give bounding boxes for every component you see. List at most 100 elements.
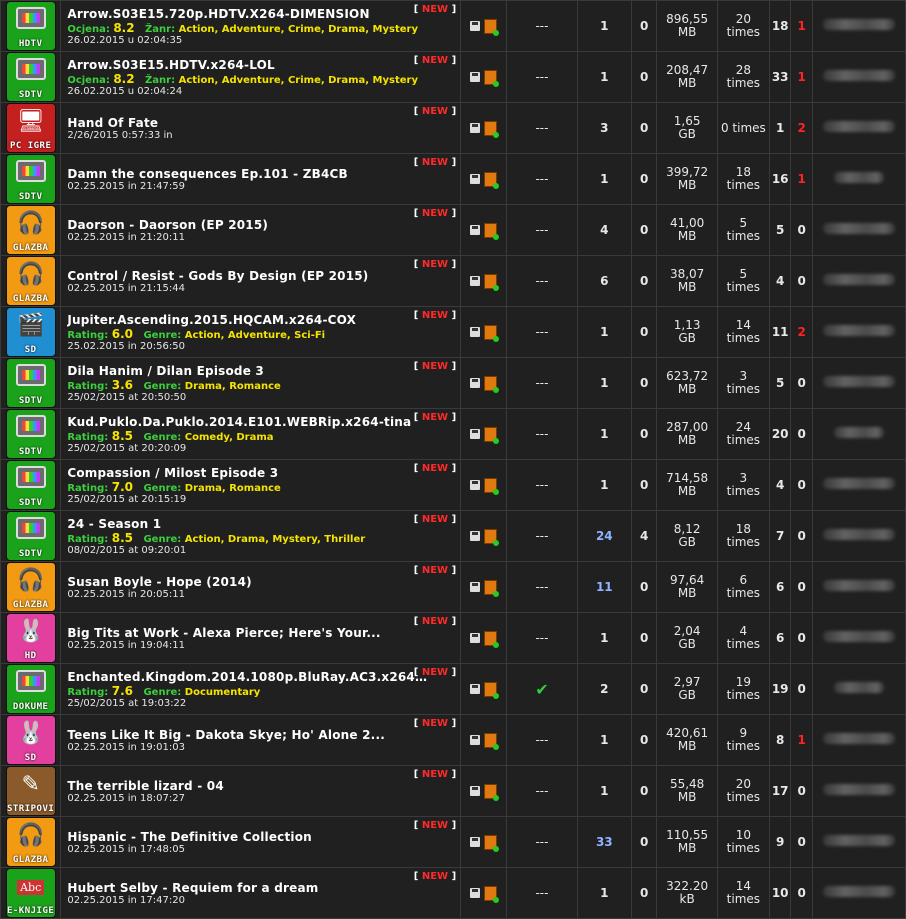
download-icon[interactable] [484,171,500,189]
uploader-name-blurred[interactable] [822,376,895,387]
category-link[interactable]: 🎬 SD [5,307,56,357]
leechers-count[interactable]: 1 [790,51,813,103]
leechers-count[interactable]: 0 [790,612,813,664]
category-link[interactable]: 🖥 PC IGRE [5,103,56,153]
category-link[interactable]: 🐰 SD [5,715,56,765]
leechers-count[interactable]: 2 [790,102,813,154]
torrent-title-link[interactable]: Hispanic - The Definitive Collection [67,830,429,844]
download-icon[interactable] [484,222,500,240]
leechers-count[interactable]: 0 [790,663,813,715]
uploader-name-blurred[interactable] [822,121,895,132]
category-link[interactable]: 🎧 GLAZBA [5,205,56,255]
torrent-title-link[interactable]: Jupiter.Ascending.2015.HQCAM.x264-COX [67,313,429,327]
uploader-name-blurred[interactable] [822,631,895,642]
leechers-count[interactable]: 0 [790,204,813,256]
uploader-name-blurred[interactable] [822,886,895,897]
category-link[interactable]: SDTV [5,460,56,510]
category-link[interactable]: 🎧 GLAZBA [5,817,56,867]
torrent-title-link[interactable]: Teens Like It Big - Dakota Skye; Ho' Alo… [67,728,429,742]
torrent-title-link[interactable]: 24 - Season 1 [67,517,429,531]
torrent-title-link[interactable]: Kud.Puklo.Da.Puklo.2014.E101.WEBRip.x264… [67,415,429,429]
leechers-count[interactable]: 1 [790,0,813,52]
files-count[interactable]: 24 [576,510,632,562]
leechers-count[interactable]: 0 [790,408,813,460]
save-disk-icon[interactable] [470,72,481,82]
save-disk-icon[interactable] [470,684,481,694]
save-disk-icon[interactable] [470,21,481,31]
leechers-count[interactable]: 0 [790,459,813,511]
seeders-count[interactable]: 4 [768,255,792,307]
download-icon[interactable] [484,834,500,852]
seeders-count[interactable]: 1 [768,102,792,154]
torrent-title-link[interactable]: Control / Resist - Gods By Design (EP 20… [67,269,429,283]
seeders-count[interactable]: 11 [768,306,792,358]
download-icon[interactable] [484,885,500,903]
uploader-name-blurred[interactable] [833,682,884,693]
seeders-count[interactable]: 17 [768,765,792,817]
torrent-title-link[interactable]: Enchanted.Kingdom.2014.1080p.BluRay.AC3.… [67,670,429,684]
category-link[interactable]: 🎧 GLAZBA [5,562,56,612]
leechers-count[interactable]: 0 [790,561,813,613]
torrent-title-link[interactable]: Damn the consequences Ep.101 - ZB4CB [67,167,429,181]
category-link[interactable]: 🎧 GLAZBA [5,256,56,306]
download-icon[interactable] [484,120,500,138]
save-disk-icon[interactable] [470,786,481,796]
seeders-count[interactable]: 5 [768,357,792,409]
uploader-name-blurred[interactable] [822,70,895,81]
save-disk-icon[interactable] [470,123,481,133]
seeders-count[interactable]: 16 [768,153,792,205]
torrent-title-link[interactable]: Hand Of Fate [67,116,429,130]
category-link[interactable]: DOKUME [5,664,56,714]
download-icon[interactable] [484,324,500,342]
save-disk-icon[interactable] [470,531,481,541]
uploader-name-blurred[interactable] [833,427,884,438]
save-disk-icon[interactable] [470,837,481,847]
leechers-count[interactable]: 0 [790,510,813,562]
category-link[interactable]: 🐰 HD [5,613,56,663]
uploader-name-blurred[interactable] [822,784,895,795]
torrent-title-link[interactable]: Hubert Selby - Requiem for a dream [67,881,429,895]
leechers-count[interactable]: 0 [790,867,813,919]
uploader-name-blurred[interactable] [822,733,895,744]
seeders-count[interactable]: 4 [768,459,792,511]
save-disk-icon[interactable] [470,276,481,286]
save-disk-icon[interactable] [470,378,481,388]
download-icon[interactable] [484,630,500,648]
leechers-count[interactable]: 1 [790,153,813,205]
category-link[interactable]: SDTV [5,511,56,561]
seeders-count[interactable]: 9 [768,816,792,868]
download-icon[interactable] [484,69,500,87]
seeders-count[interactable]: 19 [768,663,792,715]
category-link[interactable]: ✎ STRIPOVI [5,766,56,816]
category-link[interactable]: Abc E-KNJIGE [5,868,56,918]
uploader-name-blurred[interactable] [822,223,895,234]
uploader-name-blurred[interactable] [822,325,895,336]
leechers-count[interactable]: 1 [790,714,813,766]
seeders-count[interactable]: 33 [768,51,792,103]
torrent-title-link[interactable]: The terrible lizard - 04 [67,779,429,793]
leechers-count[interactable]: 0 [790,816,813,868]
download-icon[interactable] [484,681,500,699]
category-link[interactable]: SDTV [5,358,56,408]
save-disk-icon[interactable] [470,888,481,898]
category-link[interactable]: SDTV [5,52,56,102]
download-icon[interactable] [484,528,500,546]
download-icon[interactable] [484,732,500,750]
seeders-count[interactable]: 6 [768,561,792,613]
download-icon[interactable] [484,426,500,444]
leechers-count[interactable]: 0 [790,357,813,409]
uploader-name-blurred[interactable] [822,19,895,30]
download-icon[interactable] [484,477,500,495]
category-link[interactable]: SDTV [5,154,56,204]
torrent-title-link[interactable]: Arrow.S03E15.720p.HDTV.X264-DIMENSION [67,7,429,21]
download-icon[interactable] [484,375,500,393]
save-disk-icon[interactable] [470,633,481,643]
save-disk-icon[interactable] [470,735,481,745]
save-disk-icon[interactable] [470,429,481,439]
category-link[interactable]: SDTV [5,409,56,459]
torrent-title-link[interactable]: Compassion / Milost Episode 3 [67,466,429,480]
save-disk-icon[interactable] [470,225,481,235]
torrent-title-link[interactable]: Big Tits at Work - Alexa Pierce; Here's … [67,626,429,640]
torrent-title-link[interactable]: Arrow.S03E15.HDTV.x264-LOL [67,58,429,72]
category-link[interactable]: HDTV [5,1,56,51]
